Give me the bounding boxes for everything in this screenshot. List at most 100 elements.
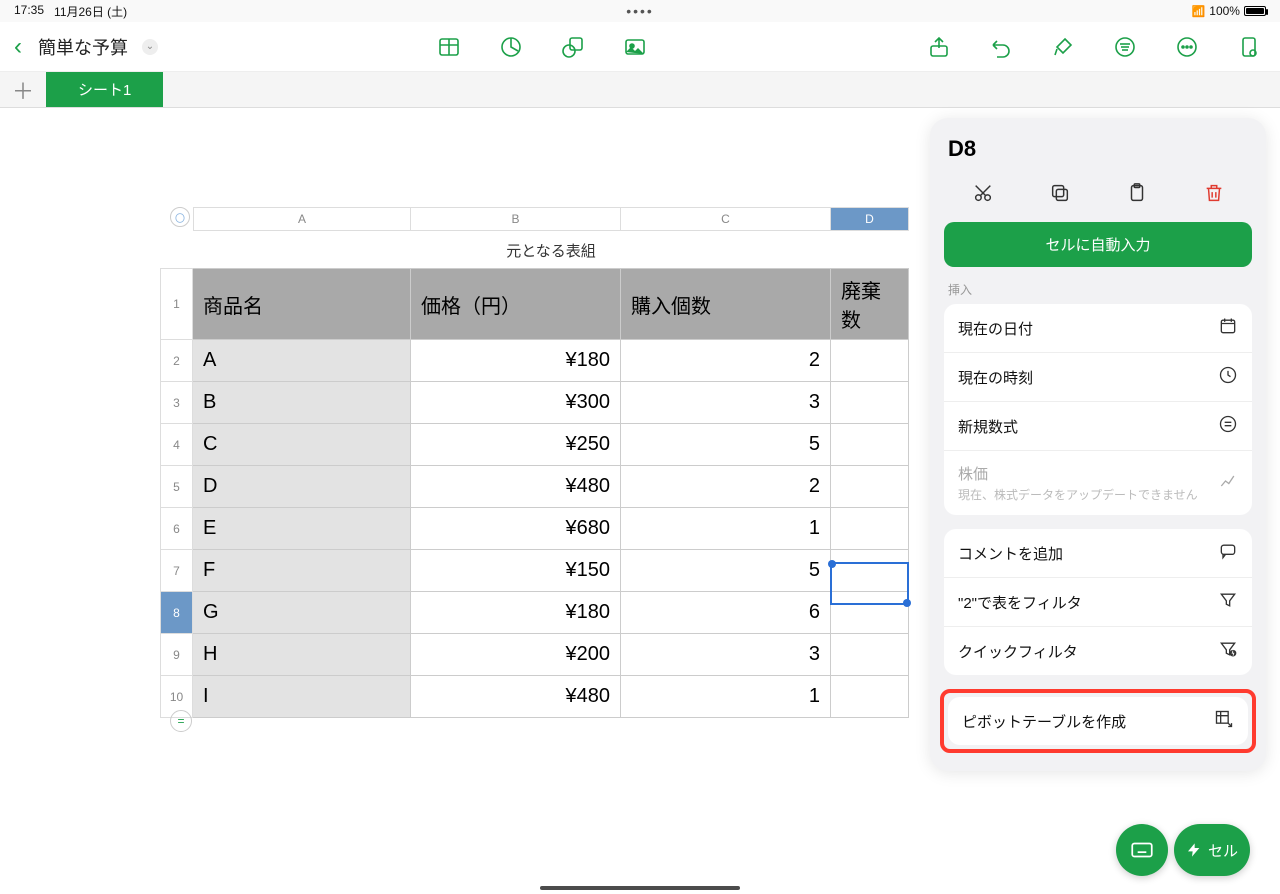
cell-D2[interactable] xyxy=(831,340,909,382)
back-button[interactable]: ‹ xyxy=(8,33,28,61)
cell-D6[interactable] xyxy=(831,508,909,550)
clock-icon xyxy=(1218,365,1238,389)
table-header-cell[interactable]: 購入個数 xyxy=(621,269,831,340)
document-title[interactable]: 簡単な予算 xyxy=(38,34,128,60)
row-number[interactable]: 8 xyxy=(161,592,193,634)
cell-C2[interactable]: 2 xyxy=(621,340,831,382)
cell-C5[interactable]: 2 xyxy=(621,466,831,508)
row-number[interactable]: 2 xyxy=(161,340,193,382)
cut-button[interactable] xyxy=(968,178,998,208)
cell-D5[interactable] xyxy=(831,466,909,508)
table-header-cell[interactable]: 廃棄数 xyxy=(831,269,909,340)
cell-B7[interactable]: ¥150 xyxy=(411,550,621,592)
cell-D9[interactable] xyxy=(831,634,909,676)
cell-B10[interactable]: ¥480 xyxy=(411,676,621,718)
cell-B3[interactable]: ¥300 xyxy=(411,382,621,424)
insert-item-equals[interactable]: 新規数式 xyxy=(944,402,1252,451)
cell-D10[interactable] xyxy=(831,676,909,718)
util-item-funnel-bolt[interactable]: クイックフィルタ xyxy=(944,627,1252,675)
insert-media-icon[interactable] xyxy=(622,34,648,60)
battery-icon xyxy=(1244,6,1266,16)
row-number[interactable]: 4 xyxy=(161,424,193,466)
cell-C3[interactable]: 3 xyxy=(621,382,831,424)
cell-B5[interactable]: ¥480 xyxy=(411,466,621,508)
cell-D7[interactable] xyxy=(831,550,909,592)
table-header-cell[interactable]: 価格（円） xyxy=(411,269,621,340)
cell-A3[interactable]: B xyxy=(193,382,411,424)
organize-icon[interactable] xyxy=(1112,34,1138,60)
document-options-icon[interactable] xyxy=(1236,34,1262,60)
insert-item-clock[interactable]: 現在の時刻 xyxy=(944,353,1252,402)
cell-D4[interactable] xyxy=(831,424,909,466)
cell-C7[interactable]: 5 xyxy=(621,550,831,592)
row-number[interactable]: 9 xyxy=(161,634,193,676)
cell-A9[interactable]: H xyxy=(193,634,411,676)
undo-icon[interactable] xyxy=(988,34,1014,60)
keyboard-fab[interactable] xyxy=(1116,824,1168,876)
add-sheet-button[interactable]: ＋ xyxy=(0,72,46,107)
cell-C4[interactable]: 5 xyxy=(621,424,831,466)
autofill-button[interactable]: セルに自動入力 xyxy=(944,222,1252,267)
cell-D3[interactable] xyxy=(831,382,909,424)
util-item-comment[interactable]: コメントを追加 xyxy=(944,529,1252,578)
status-date: 11月26日 (土) xyxy=(54,3,127,20)
funnel-bolt-icon xyxy=(1218,639,1238,663)
sheet-tab-active[interactable]: シート1 xyxy=(46,72,163,107)
more-icon[interactable] xyxy=(1174,34,1200,60)
insert-stock-item: 株価現在、株式データをアップデートできません xyxy=(944,451,1252,515)
home-indicator[interactable] xyxy=(540,886,740,890)
cell-D8[interactable] xyxy=(831,592,909,634)
formula-handle[interactable]: = xyxy=(170,710,192,732)
cell-B2[interactable]: ¥180 xyxy=(411,340,621,382)
create-pivot-table-item[interactable]: ピボットテーブルを作成 xyxy=(948,697,1248,745)
cell-C8[interactable]: 6 xyxy=(621,592,831,634)
table-corner-handle[interactable]: 〇 xyxy=(170,207,190,227)
cell-B4[interactable]: ¥250 xyxy=(411,424,621,466)
row-number[interactable]: 7 xyxy=(161,550,193,592)
cell-A10[interactable]: I xyxy=(193,676,411,718)
cell-A7[interactable]: F xyxy=(193,550,411,592)
column-headers: ABCD xyxy=(193,207,909,231)
insert-shape-icon[interactable] xyxy=(560,34,586,60)
multitask-dots[interactable]: •••• xyxy=(431,3,848,19)
title-dropdown-chevron-icon[interactable]: ⌄ xyxy=(142,39,158,55)
ipad-status-bar: 17:35 11月26日 (土) •••• 📶 100% xyxy=(0,0,1280,22)
col-header-C[interactable]: C xyxy=(621,207,831,231)
row-number[interactable]: 5 xyxy=(161,466,193,508)
data-table[interactable]: 1商品名価格（円）購入個数廃棄数2A¥18023B¥30034C¥25055D¥… xyxy=(160,268,909,718)
cell-fab[interactable]: セル xyxy=(1174,824,1250,876)
cell-B6[interactable]: ¥680 xyxy=(411,508,621,550)
chart-icon xyxy=(1218,471,1238,495)
cell-A2[interactable]: A xyxy=(193,340,411,382)
cell-A5[interactable]: D xyxy=(193,466,411,508)
format-brush-icon[interactable] xyxy=(1050,34,1076,60)
copy-button[interactable] xyxy=(1045,178,1075,208)
col-header-A[interactable]: A xyxy=(193,207,411,231)
share-icon[interactable] xyxy=(926,34,952,60)
insert-table-icon[interactable] xyxy=(436,34,462,60)
insert-chart-icon[interactable] xyxy=(498,34,524,60)
battery-pct: 100% xyxy=(1209,4,1240,18)
delete-button[interactable] xyxy=(1199,178,1229,208)
col-header-B[interactable]: B xyxy=(411,207,621,231)
cell-C6[interactable]: 1 xyxy=(621,508,831,550)
insert-item-calendar[interactable]: 現在の日付 xyxy=(944,304,1252,353)
cell-B8[interactable]: ¥180 xyxy=(411,592,621,634)
row-number[interactable]: 6 xyxy=(161,508,193,550)
funnel-icon xyxy=(1218,590,1238,614)
row-number[interactable]: 3 xyxy=(161,382,193,424)
comment-icon xyxy=(1218,541,1238,565)
cell-A6[interactable]: E xyxy=(193,508,411,550)
cell-A4[interactable]: C xyxy=(193,424,411,466)
cell-A8[interactable]: G xyxy=(193,592,411,634)
cell-C10[interactable]: 1 xyxy=(621,676,831,718)
col-header-D[interactable]: D xyxy=(831,207,909,231)
row-number[interactable]: 1 xyxy=(161,269,193,340)
paste-button[interactable] xyxy=(1122,178,1152,208)
table-title[interactable]: 元となる表組 xyxy=(193,240,909,261)
cell-B9[interactable]: ¥200 xyxy=(411,634,621,676)
app-toolbar: ‹ 簡単な予算 ⌄ xyxy=(0,22,1280,72)
cell-C9[interactable]: 3 xyxy=(621,634,831,676)
table-header-cell[interactable]: 商品名 xyxy=(193,269,411,340)
util-item-funnel[interactable]: "2"で表をフィルタ xyxy=(944,578,1252,627)
